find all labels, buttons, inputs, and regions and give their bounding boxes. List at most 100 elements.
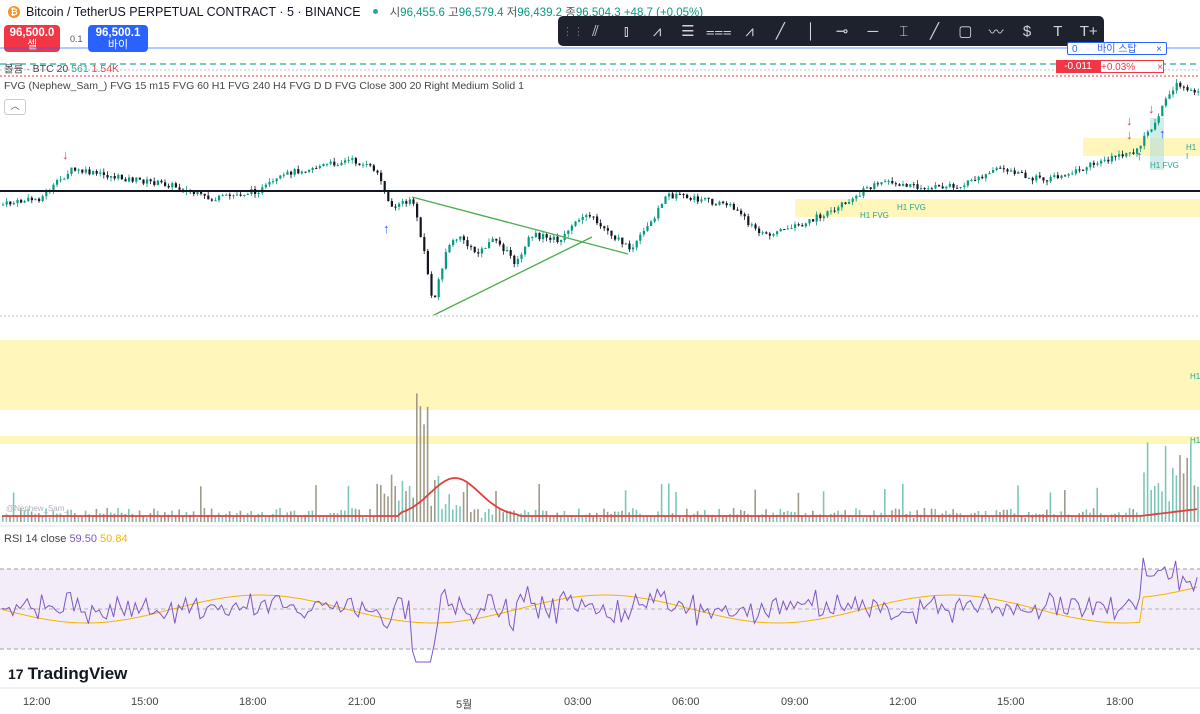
sell-signal-arrow-icon: ↓ bbox=[1126, 127, 1133, 142]
candle-body bbox=[376, 170, 379, 173]
volume-bar bbox=[459, 506, 461, 522]
tradingview-logo-text: TradingView bbox=[27, 664, 128, 683]
candle-body bbox=[840, 202, 843, 208]
candle-body bbox=[783, 229, 786, 231]
volume-bar bbox=[794, 512, 796, 522]
candle-body bbox=[394, 206, 397, 208]
candle-body bbox=[527, 237, 530, 247]
volume-bar bbox=[516, 515, 519, 522]
candle-body bbox=[218, 195, 221, 201]
volume-bar bbox=[455, 505, 458, 522]
candle-body bbox=[434, 295, 437, 298]
candle-body bbox=[174, 183, 177, 188]
volume-bar bbox=[63, 516, 65, 522]
candle-body bbox=[362, 164, 365, 166]
candle-body bbox=[639, 234, 642, 241]
candle-body bbox=[686, 194, 689, 198]
candle-body bbox=[902, 183, 905, 186]
volume-bar bbox=[531, 516, 533, 522]
candle-body bbox=[502, 244, 505, 251]
time-axis-label: 09:00 bbox=[781, 696, 809, 708]
volume-bar bbox=[606, 511, 609, 522]
candle-body bbox=[1089, 162, 1092, 168]
candle-body bbox=[372, 165, 375, 171]
buy-signal-arrow-icon: ↑ bbox=[383, 221, 390, 236]
volume-bar bbox=[988, 516, 990, 522]
fvg-label: H1 bbox=[1190, 372, 1200, 381]
candle-body bbox=[88, 169, 91, 175]
volume-bar bbox=[412, 497, 414, 522]
rsi-indicator-label[interactable]: RSI 14 close 59.50 50.84 bbox=[4, 533, 128, 545]
time-axis-label: 18:00 bbox=[239, 696, 267, 708]
volume-bar bbox=[462, 492, 465, 522]
candle-body bbox=[606, 228, 609, 231]
candle-body bbox=[1193, 89, 1196, 93]
volume-bar bbox=[1078, 513, 1080, 522]
volume-bar bbox=[549, 516, 551, 522]
time-axis-label: 03:00 bbox=[564, 696, 592, 708]
volume-bar bbox=[390, 474, 393, 522]
close-position-icon[interactable]: × bbox=[1157, 61, 1163, 73]
volume-bar bbox=[1013, 513, 1016, 522]
candle-body bbox=[689, 197, 692, 200]
volume-bar bbox=[117, 508, 119, 522]
candle-body bbox=[560, 240, 563, 243]
volume-bar bbox=[426, 406, 429, 522]
volume-bar bbox=[470, 511, 472, 522]
candle-body bbox=[228, 194, 231, 197]
volume-bar bbox=[149, 513, 152, 522]
price-chart[interactable] bbox=[0, 0, 1200, 714]
position-pnl[interactable]: -0.011 +0.03% × bbox=[1052, 60, 1168, 73]
volume-bar bbox=[1186, 457, 1188, 522]
candle-body bbox=[920, 188, 923, 190]
volume-bar bbox=[1146, 442, 1149, 522]
candle-body bbox=[578, 220, 581, 222]
candle-body bbox=[632, 247, 635, 250]
candle-body bbox=[729, 203, 732, 206]
buy-stop-order[interactable]: 0 바이 스탑 × bbox=[1067, 42, 1167, 55]
tradingview-logo[interactable]: 17 TradingView bbox=[8, 664, 127, 684]
candle-body bbox=[678, 193, 681, 195]
close-order-icon[interactable]: × bbox=[1156, 43, 1162, 55]
volume-bar bbox=[401, 480, 404, 522]
candle-body bbox=[542, 234, 545, 240]
volume-bar bbox=[1049, 492, 1052, 522]
candle-body bbox=[585, 215, 588, 218]
volume-bar bbox=[1172, 468, 1174, 522]
candle-body bbox=[682, 193, 685, 195]
candle-body bbox=[38, 198, 41, 202]
candle-body bbox=[27, 197, 30, 202]
candle-body bbox=[736, 209, 739, 211]
volume-bar bbox=[333, 512, 335, 522]
candle-body bbox=[538, 232, 541, 240]
candle-body bbox=[311, 168, 314, 170]
volume-bar bbox=[326, 516, 328, 522]
volume-bar bbox=[1175, 475, 1178, 522]
candle-body bbox=[408, 199, 411, 204]
candle-body bbox=[934, 185, 937, 189]
candle-body bbox=[945, 186, 948, 189]
candle-body bbox=[20, 199, 23, 203]
candle-body bbox=[2, 204, 5, 206]
volume-bar bbox=[1074, 516, 1077, 522]
candle-body bbox=[1049, 177, 1052, 182]
candle-body bbox=[390, 200, 393, 207]
volume-bar bbox=[110, 512, 112, 522]
candle-body bbox=[1143, 135, 1146, 146]
volume-bar bbox=[502, 512, 504, 522]
candle-body bbox=[92, 171, 95, 175]
candle-body bbox=[34, 198, 37, 201]
volume-bar bbox=[624, 490, 627, 522]
order-quantity: 0 bbox=[1072, 44, 1078, 55]
candle-body bbox=[459, 236, 462, 240]
time-axis-label: 15:00 bbox=[131, 696, 159, 708]
volume-bar bbox=[592, 516, 594, 522]
fvg-label: H1 I bbox=[1186, 143, 1197, 161]
sell-signal-arrow-icon: ↓ bbox=[1148, 101, 1155, 116]
volume-bar bbox=[974, 512, 976, 522]
candle-body bbox=[1121, 154, 1124, 157]
volume-bar bbox=[628, 512, 630, 522]
candle-body bbox=[887, 180, 890, 182]
volume-bar bbox=[99, 513, 101, 522]
candle-body bbox=[99, 172, 102, 174]
